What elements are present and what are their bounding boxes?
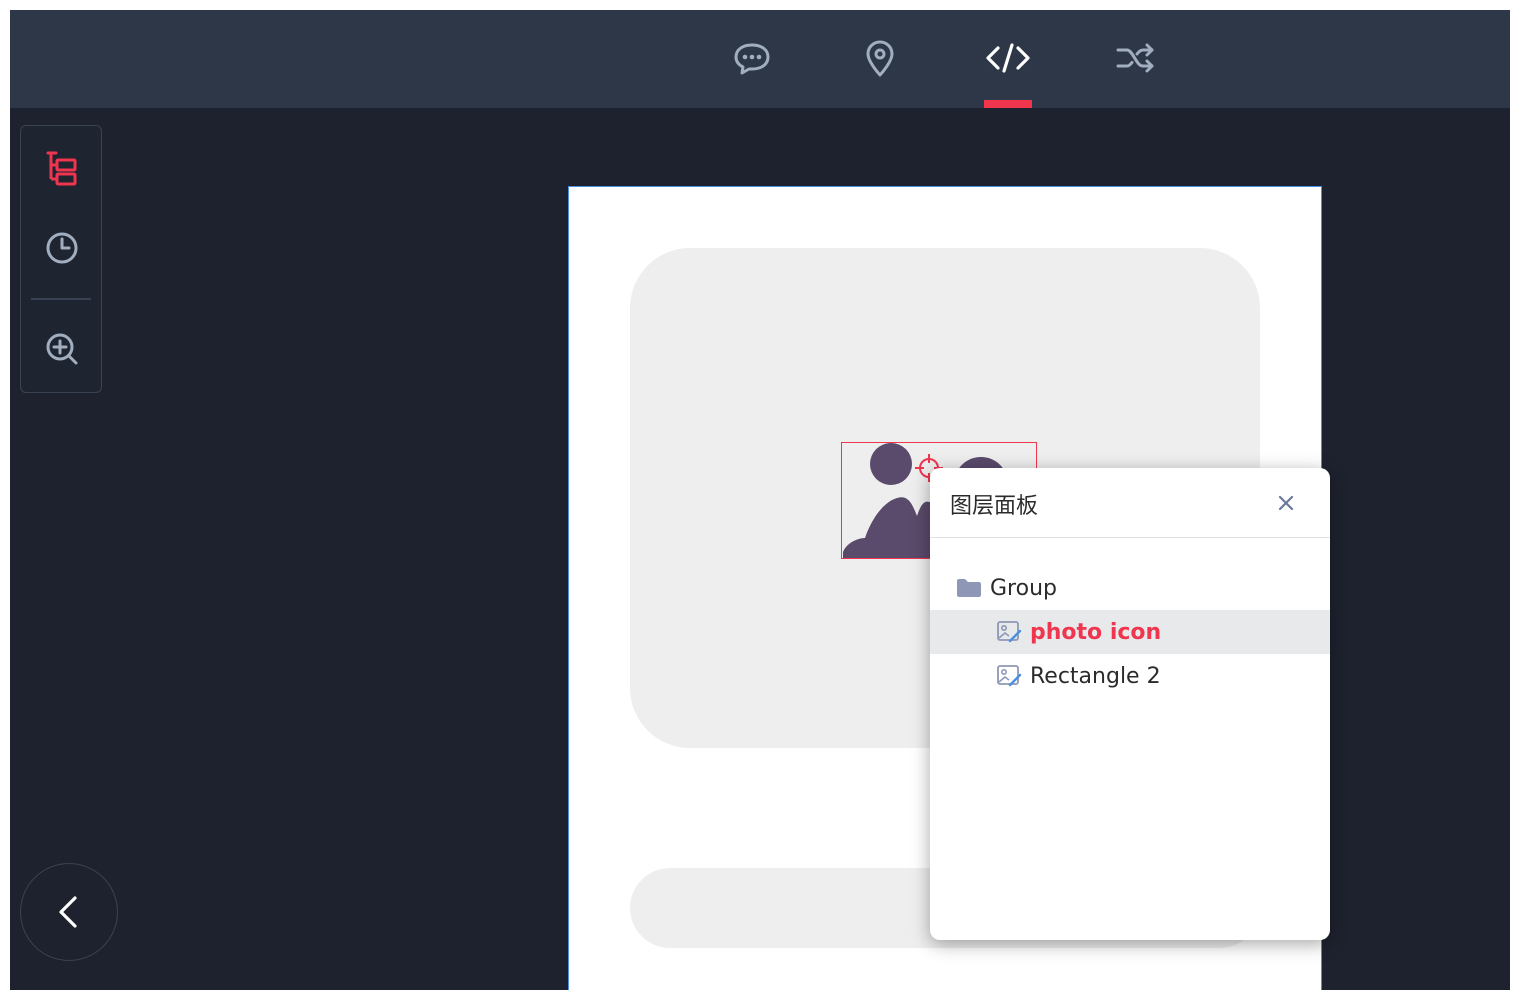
map-pin-icon	[866, 40, 894, 77]
clock-icon	[46, 232, 78, 264]
layer-row-group[interactable]: Group	[930, 566, 1330, 610]
layer-panel: 图层面板 Group photo icon Rectangle 2	[930, 468, 1330, 940]
history-button[interactable]	[34, 220, 90, 276]
tab-flow[interactable]	[1112, 34, 1160, 82]
chevron-left-icon	[59, 896, 77, 928]
close-button[interactable]	[1272, 486, 1300, 520]
layers-button[interactable]	[34, 140, 90, 196]
layer-label: Rectangle 2	[1030, 663, 1161, 689]
zoom-in-icon	[46, 333, 78, 365]
active-tab-indicator	[984, 100, 1032, 108]
folder-icon	[956, 575, 982, 601]
code-icon	[986, 43, 1030, 73]
layer-label: photo icon	[1030, 619, 1162, 645]
layer-row-photo-icon[interactable]: photo icon	[930, 610, 1330, 654]
back-button[interactable]	[20, 863, 118, 961]
prototype-viewer: 图层面板 Group photo icon Rectangle 2	[10, 10, 1510, 990]
layer-row-rectangle-2[interactable]: Rectangle 2	[930, 654, 1330, 698]
layer-label: Group	[990, 575, 1057, 601]
side-toolbox	[20, 125, 102, 393]
zoom-button[interactable]	[34, 321, 90, 377]
tab-location[interactable]	[856, 34, 904, 82]
top-toolbar	[10, 10, 1510, 108]
close-icon	[1278, 495, 1294, 511]
layer-panel-header: 图层面板	[930, 468, 1330, 538]
layer-panel-title: 图层面板	[950, 494, 1039, 519]
image-layer-icon	[996, 663, 1022, 689]
toolbox-divider	[31, 298, 91, 300]
tab-comment[interactable]	[728, 34, 776, 82]
layers-tree-icon	[46, 151, 77, 186]
shuffle-icon	[1116, 43, 1154, 73]
tab-code[interactable]	[984, 34, 1032, 108]
chat-bubble-icon	[734, 43, 770, 75]
image-layer-icon	[996, 619, 1022, 645]
